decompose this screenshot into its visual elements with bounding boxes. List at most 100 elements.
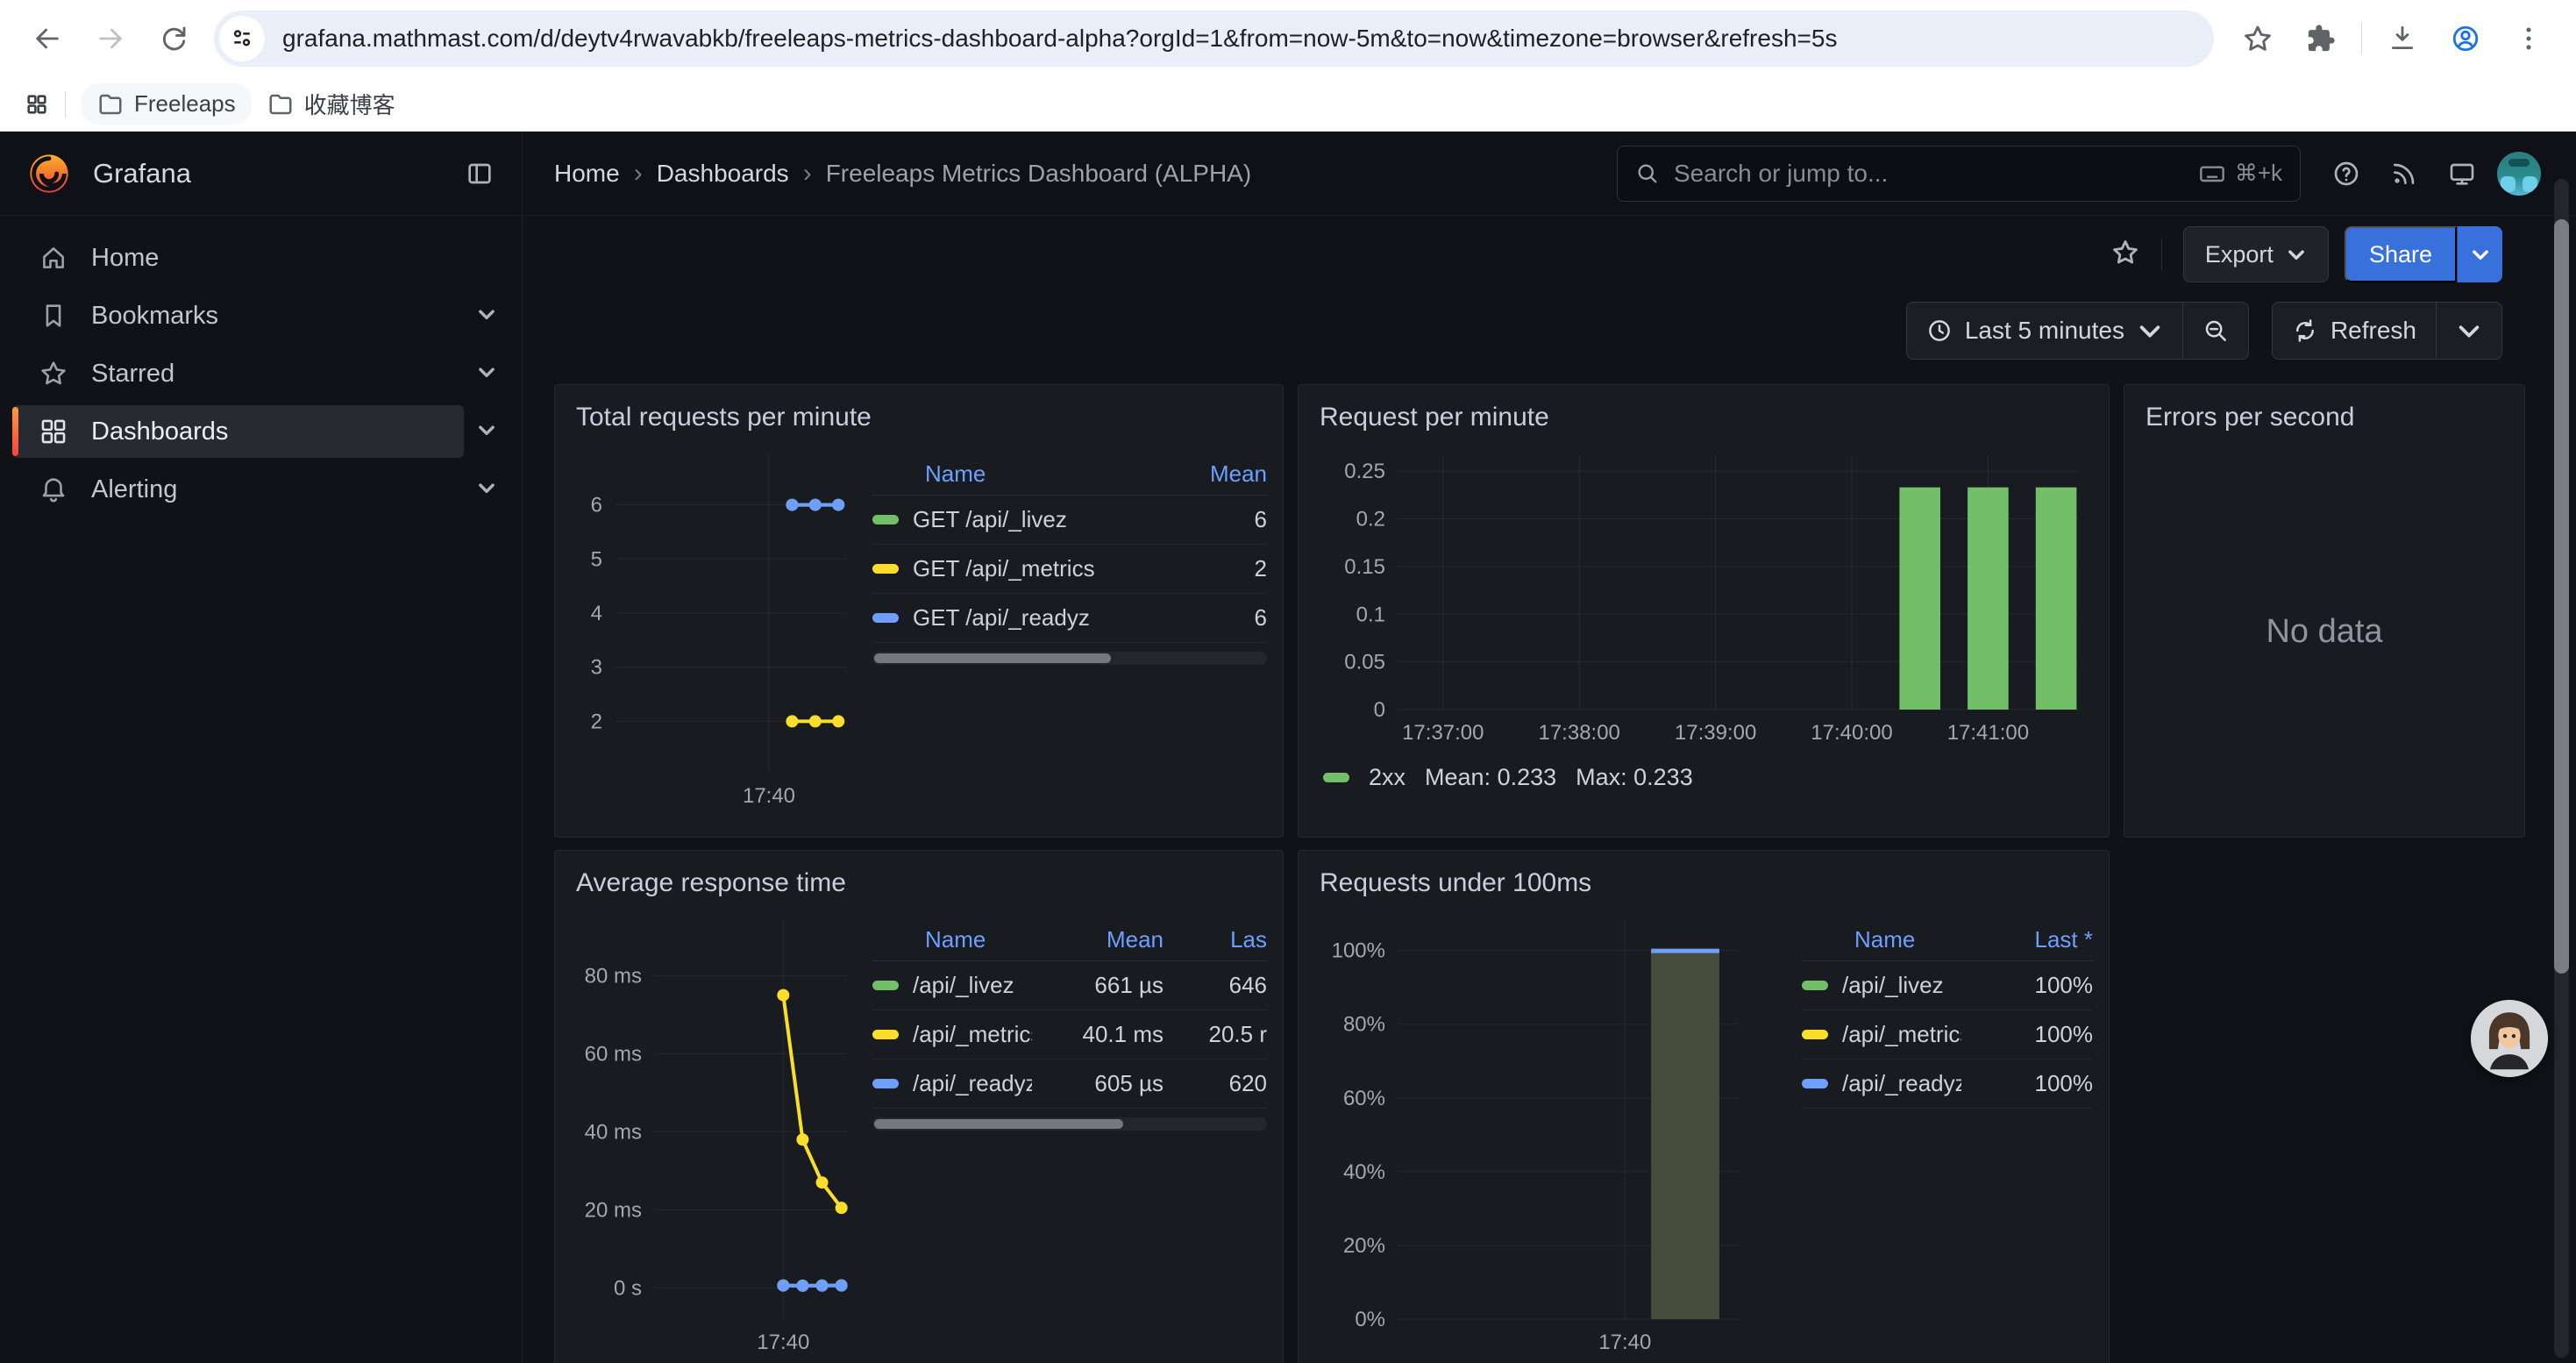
bookmarks-bar: Freeleaps 收藏博客 xyxy=(0,77,2576,132)
legend-row[interactable]: /api/_livez 100% xyxy=(1802,961,2093,1010)
page-scrollbar[interactable] xyxy=(2554,179,2569,1358)
svg-text:5: 5 xyxy=(591,547,602,571)
breadcrumb-dashboards[interactable]: Dashboards xyxy=(657,160,789,188)
legend-row[interactable]: GET /api/_livez 6 xyxy=(872,496,1267,545)
refresh-interval-chevron[interactable] xyxy=(2436,303,2501,359)
back-icon[interactable] xyxy=(23,14,72,63)
apps-grid-icon[interactable] xyxy=(19,87,54,122)
legend-col-name[interactable]: Name xyxy=(1854,926,1961,953)
chevron-down-icon xyxy=(2137,318,2163,344)
chevron-down-icon xyxy=(2470,246,2491,263)
breadcrumb-separator: › xyxy=(803,159,812,189)
bookmark-star-icon[interactable] xyxy=(2233,14,2282,63)
header-icons xyxy=(2323,151,2541,196)
chevron-down-icon[interactable] xyxy=(476,363,497,385)
extensions-icon[interactable] xyxy=(2296,14,2345,63)
chevron-down-icon[interactable] xyxy=(476,421,497,443)
panel-title[interactable]: Total requests per minute xyxy=(571,399,1267,441)
scrollbar-thumb[interactable] xyxy=(2554,219,2569,974)
legend-row[interactable]: /api/_metrics 100% xyxy=(1802,1010,2093,1060)
legend-row[interactable]: /api/_livez 661 µs 646 xyxy=(872,961,1267,1010)
series-color-pill xyxy=(872,981,899,990)
share-button[interactable]: Share xyxy=(2345,226,2457,282)
zoom-out-button[interactable] xyxy=(2182,303,2248,359)
dashboard-actions-row: Export Share xyxy=(523,216,2576,293)
downloads-icon[interactable] xyxy=(2378,14,2427,63)
profile-icon[interactable] xyxy=(2441,14,2490,63)
folder-icon xyxy=(267,91,294,118)
legend-col-mean[interactable]: Mean xyxy=(1135,460,1267,488)
scrollbar-thumb[interactable] xyxy=(874,653,1111,663)
svg-text:40 ms: 40 ms xyxy=(585,1120,642,1144)
home-icon xyxy=(39,243,68,273)
bookmark-folder-blogs[interactable]: 收藏博客 xyxy=(252,81,411,127)
series-max: Max: 0.233 xyxy=(1576,764,1693,791)
bookmark-icon xyxy=(39,301,68,331)
scrollbar-thumb[interactable] xyxy=(874,1119,1123,1129)
breadcrumb-current: Freeleaps Metrics Dashboard (ALPHA) xyxy=(826,160,1252,188)
sidebar-item-starred[interactable]: Starred xyxy=(0,346,522,402)
help-icon[interactable] xyxy=(2323,151,2369,196)
sidebar-item-bookmarks[interactable]: Bookmarks xyxy=(0,288,522,344)
panel-title[interactable]: Average response time xyxy=(571,865,1267,907)
svg-text:6: 6 xyxy=(591,494,602,517)
browser-actions xyxy=(2226,14,2560,63)
series-name[interactable]: 2xx xyxy=(1369,764,1405,791)
chevron-down-icon xyxy=(2286,246,2307,263)
news-rss-icon[interactable] xyxy=(2381,151,2427,196)
panel-title[interactable]: Request per minute xyxy=(1314,399,2093,441)
grafana-logo-icon[interactable] xyxy=(26,151,72,196)
legend-row[interactable]: /api/_readyz 100% xyxy=(1802,1060,2093,1109)
panel-title[interactable]: Errors per second xyxy=(2140,399,2508,441)
panel-title[interactable]: Requests under 100ms xyxy=(1314,865,2093,907)
share-menu-chevron[interactable] xyxy=(2457,226,2502,282)
bookmark-folder-freeleaps[interactable]: Freeleaps xyxy=(82,83,252,125)
refresh-icon xyxy=(2292,318,2318,344)
url-bar[interactable]: grafana.mathmast.com/d/deytv4rwavabkb/fr… xyxy=(214,11,2214,67)
url-text[interactable]: grafana.mathmast.com/d/deytv4rwavabkb/fr… xyxy=(282,25,1837,53)
svg-text:17:37:00: 17:37:00 xyxy=(1402,721,1484,745)
export-button[interactable]: Export xyxy=(2183,226,2329,282)
chevron-down-icon[interactable] xyxy=(476,305,497,327)
kiosk-monitor-icon[interactable] xyxy=(2439,151,2485,196)
user-avatar[interactable] xyxy=(2497,152,2541,196)
floating-assistant-avatar[interactable] xyxy=(2471,1000,2548,1077)
grafana-header: Grafana Home › Dashboards › Freeleaps Me… xyxy=(0,132,2576,216)
favorite-star-icon[interactable] xyxy=(2110,238,2140,272)
legend-col-last[interactable]: Las xyxy=(1179,926,1267,953)
legend-row[interactable]: GET /api/_readyz 6 xyxy=(872,594,1267,643)
sidebar-toggle-icon[interactable] xyxy=(460,154,499,193)
chevron-down-icon[interactable] xyxy=(476,479,497,501)
legend-col-mean[interactable]: Mean xyxy=(1032,926,1163,953)
legend-col-last[interactable]: Last * xyxy=(1961,926,2093,953)
sidebar-item-alerting[interactable]: Alerting xyxy=(0,461,522,517)
search-placeholder: Search or jump to... xyxy=(1674,160,2198,188)
series-color-pill xyxy=(1802,1079,1828,1088)
sidebar-item-dashboards[interactable]: Dashboards xyxy=(0,403,522,460)
girl-avatar-image xyxy=(2471,1000,2548,1077)
series-color-pill[interactable] xyxy=(1323,773,1349,782)
time-range-picker[interactable]: Last 5 minutes xyxy=(1907,303,2182,359)
sidebar-item-home[interactable]: Home xyxy=(0,230,522,286)
legend-hscrollbar[interactable] xyxy=(872,652,1267,665)
legend-row[interactable]: GET /api/_metrics 2 xyxy=(872,545,1267,594)
refresh-button[interactable]: Refresh xyxy=(2273,303,2436,359)
zoom-out-icon xyxy=(2202,318,2229,344)
legend-row[interactable]: /api/_readyz 605 µs 620 xyxy=(872,1060,1267,1109)
no-data-message: No data xyxy=(2140,441,2508,823)
dashboards-grid-icon xyxy=(39,417,68,446)
header-main-section: Home › Dashboards › Freeleaps Metrics Da… xyxy=(523,132,2576,215)
legend-row[interactable]: /api/_metrics 40.1 ms 20.5 r xyxy=(872,1010,1267,1060)
forward-icon[interactable] xyxy=(86,14,135,63)
legend-hscrollbar[interactable] xyxy=(872,1117,1267,1131)
bookmarks-divider xyxy=(65,91,66,118)
svg-text:17:40: 17:40 xyxy=(1598,1331,1651,1354)
breadcrumb-home[interactable]: Home xyxy=(554,160,620,188)
browser-menu-icon[interactable] xyxy=(2504,14,2553,63)
search-input[interactable]: Search or jump to... ⌘+k xyxy=(1617,146,2301,202)
legend-col-name[interactable]: Name xyxy=(925,460,1135,488)
series-color-pill xyxy=(872,1030,899,1039)
reload-icon[interactable] xyxy=(149,14,198,63)
site-settings-icon[interactable] xyxy=(219,16,265,61)
legend-col-name[interactable]: Name xyxy=(925,926,1032,953)
